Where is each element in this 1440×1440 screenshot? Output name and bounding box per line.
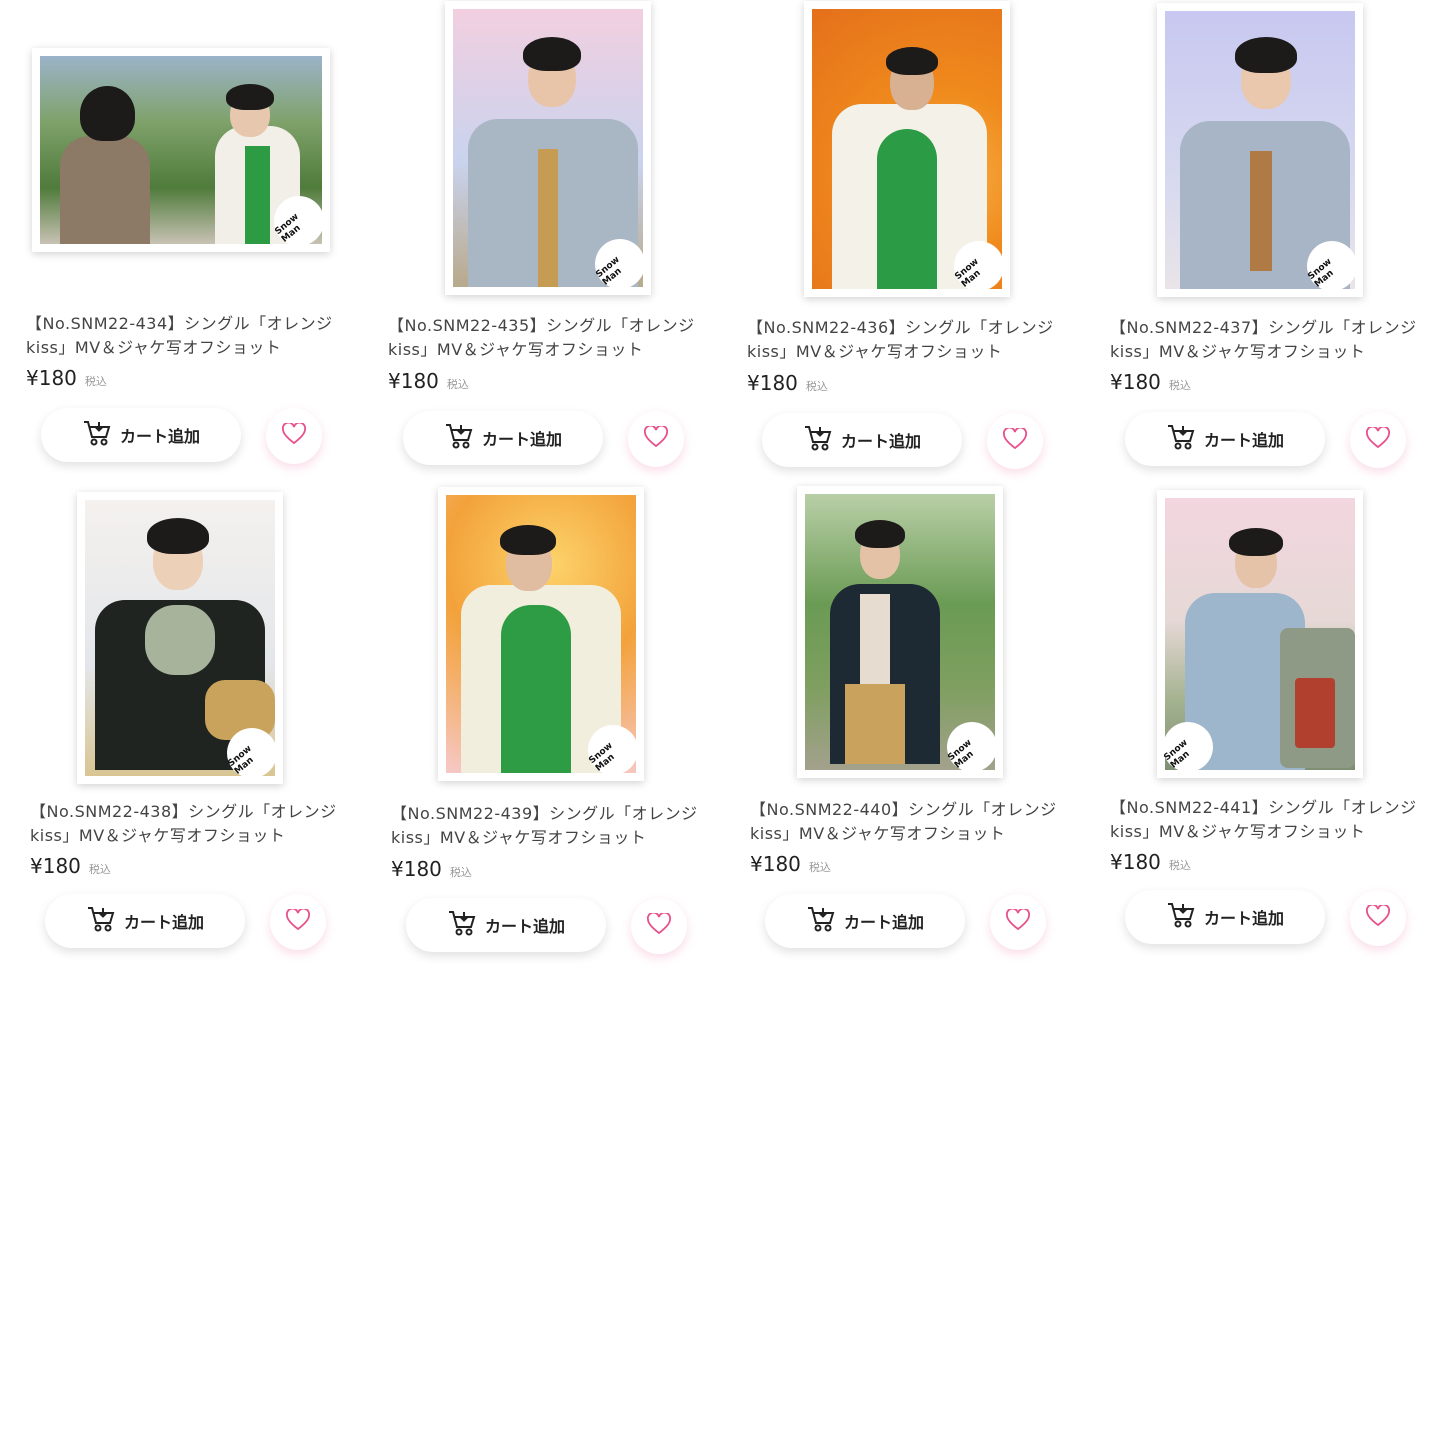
cart-icon (803, 424, 833, 456)
product-card[interactable]: Snow Man 【No.SNM22-436】シングル「オレンジkiss」MV＆… (737, 0, 1077, 470)
product-title[interactable]: 【No.SNM22-435】シングル「オレンジkiss」MV＆ジャケ写オフショッ… (388, 314, 708, 362)
favorite-button[interactable] (270, 894, 326, 950)
product-photo[interactable]: Snow Man (32, 48, 335, 257)
product-photo[interactable]: Snow Man (445, 1, 656, 300)
favorite-button[interactable] (628, 411, 684, 467)
product-photo-area[interactable]: Snow Man (737, 0, 1077, 302)
product-grid: Snow Man 【No.SNM22-434】シングル「オレンジkiss」MV＆… (0, 0, 1440, 1000)
add-to-cart-button[interactable]: カート追加 (1125, 412, 1325, 466)
product-title[interactable]: 【No.SNM22-434】シングル「オレンジkiss」MV＆ジャケ写オフショッ… (26, 312, 346, 360)
product-price: ¥180 税込 (388, 369, 469, 393)
price-value: ¥180 (750, 852, 801, 876)
heart-icon (286, 907, 310, 935)
favorite-button[interactable] (1350, 890, 1406, 946)
favorite-button[interactable] (631, 898, 687, 954)
product-photo-area[interactable]: Snow Man (20, 490, 340, 789)
tax-label: 税込 (808, 861, 831, 874)
product-price: ¥180 税込 (30, 854, 111, 878)
cart-button-label: カート追加 (840, 432, 921, 451)
add-to-cart-button[interactable]: カート追加 (406, 898, 606, 952)
price-value: ¥180 (388, 369, 439, 393)
cart-icon (82, 419, 112, 451)
product-title[interactable]: 【No.SNM22-437】シングル「オレンジkiss」MV＆ジャケ写オフショッ… (1110, 316, 1430, 364)
cart-icon (86, 905, 116, 937)
add-to-cart-button[interactable]: カート追加 (41, 408, 241, 462)
price-value: ¥180 (747, 371, 798, 395)
tax-label: 税込 (84, 375, 107, 388)
tax-label: 税込 (88, 863, 111, 876)
heart-icon (1366, 425, 1390, 453)
product-card[interactable]: Snow Man 【No.SNM22-438】シングル「オレンジkiss」MV＆… (20, 490, 360, 960)
price-value: ¥180 (1110, 370, 1161, 394)
heart-icon (1003, 426, 1027, 454)
cart-icon (806, 905, 836, 937)
product-title[interactable]: 【No.SNM22-439】シングル「オレンジkiss」MV＆ジャケ写オフショッ… (391, 802, 711, 850)
add-to-cart-button[interactable]: カート追加 (765, 894, 965, 948)
favorite-button[interactable] (990, 894, 1046, 950)
product-price: ¥180 税込 (391, 857, 472, 881)
favorite-button[interactable] (1350, 412, 1406, 468)
tax-label: 税込 (805, 380, 828, 393)
cart-button-label: カート追加 (119, 427, 200, 446)
product-photo-area[interactable]: Snow Man (1100, 2, 1420, 302)
cart-button-label: カート追加 (1203, 909, 1284, 928)
product-photo-area[interactable]: Snow Man (740, 484, 1060, 783)
cart-button-label: カート追加 (1203, 431, 1284, 450)
price-value: ¥180 (30, 854, 81, 878)
product-title[interactable]: 【No.SNM22-436】シングル「オレンジkiss」MV＆ジャケ写オフショッ… (747, 316, 1067, 364)
cart-button-label: カート追加 (484, 917, 565, 936)
favorite-button[interactable] (987, 413, 1043, 469)
product-photo[interactable]: Snow Man (1152, 490, 1363, 783)
cart-button-label: カート追加 (481, 430, 562, 449)
add-to-cart-button[interactable]: カート追加 (45, 894, 245, 948)
cart-icon (1166, 423, 1196, 455)
heart-icon (647, 911, 671, 939)
product-photo-area[interactable]: Snow Man (16, 40, 346, 260)
product-title[interactable]: 【No.SNM22-441】シングル「オレンジkiss」MV＆ジャケ写オフショッ… (1110, 796, 1430, 844)
product-card[interactable]: Snow Man 【No.SNM22-435】シングル「オレンジkiss」MV＆… (378, 0, 718, 470)
heart-icon (644, 424, 668, 452)
product-photo-area[interactable]: Snow Man (381, 486, 701, 786)
product-photo[interactable]: Snow Man (804, 1, 1015, 302)
product-card[interactable]: Snow Man 【No.SNM22-440】シングル「オレンジkiss」MV＆… (740, 486, 1080, 960)
product-price: ¥180 税込 (1110, 370, 1191, 394)
add-to-cart-button[interactable]: カート追加 (762, 413, 962, 467)
tax-label: 税込 (446, 378, 469, 391)
product-price: ¥180 税込 (1110, 850, 1191, 874)
heart-icon (282, 421, 306, 449)
cart-icon (447, 909, 477, 941)
product-price: ¥180 税込 (747, 371, 828, 395)
product-photo[interactable]: Snow Man (77, 492, 288, 789)
price-value: ¥180 (26, 366, 77, 390)
cart-icon (1166, 901, 1196, 933)
cart-button-label: カート追加 (843, 913, 924, 932)
product-title[interactable]: 【No.SNM22-440】シングル「オレンジkiss」MV＆ジャケ写オフショッ… (750, 798, 1070, 846)
product-photo[interactable]: Snow Man (438, 487, 649, 786)
add-to-cart-button[interactable]: カート追加 (1125, 890, 1325, 944)
product-photo[interactable]: Snow Man (1157, 3, 1368, 302)
product-photo-area[interactable]: Snow Man (378, 0, 718, 300)
tax-label: 税込 (1168, 379, 1191, 392)
product-photo-area[interactable]: Snow Man (1100, 486, 1420, 783)
product-card[interactable]: Snow Man 【No.SNM22-434】シングル「オレンジkiss」MV＆… (16, 0, 356, 470)
tax-label: 税込 (1168, 859, 1191, 872)
tax-label: 税込 (449, 866, 472, 879)
price-value: ¥180 (391, 857, 442, 881)
product-title[interactable]: 【No.SNM22-438】シングル「オレンジkiss」MV＆ジャケ写オフショッ… (30, 800, 350, 848)
product-price: ¥180 税込 (26, 366, 107, 390)
product-card[interactable]: Snow Man 【No.SNM22-437】シングル「オレンジkiss」MV＆… (1100, 0, 1440, 470)
product-card[interactable]: Snow Man 【No.SNM22-441】シングル「オレンジkiss」MV＆… (1100, 490, 1440, 960)
product-price: ¥180 税込 (750, 852, 831, 876)
cart-button-label: カート追加 (123, 913, 204, 932)
product-card[interactable]: Snow Man 【No.SNM22-439】シングル「オレンジkiss」MV＆… (381, 487, 721, 960)
heart-icon (1006, 907, 1030, 935)
price-value: ¥180 (1110, 850, 1161, 874)
product-photo[interactable]: Snow Man (797, 486, 1008, 783)
cart-icon (444, 422, 474, 454)
add-to-cart-button[interactable]: カート追加 (403, 411, 603, 465)
favorite-button[interactable] (266, 408, 322, 464)
heart-icon (1366, 903, 1390, 931)
